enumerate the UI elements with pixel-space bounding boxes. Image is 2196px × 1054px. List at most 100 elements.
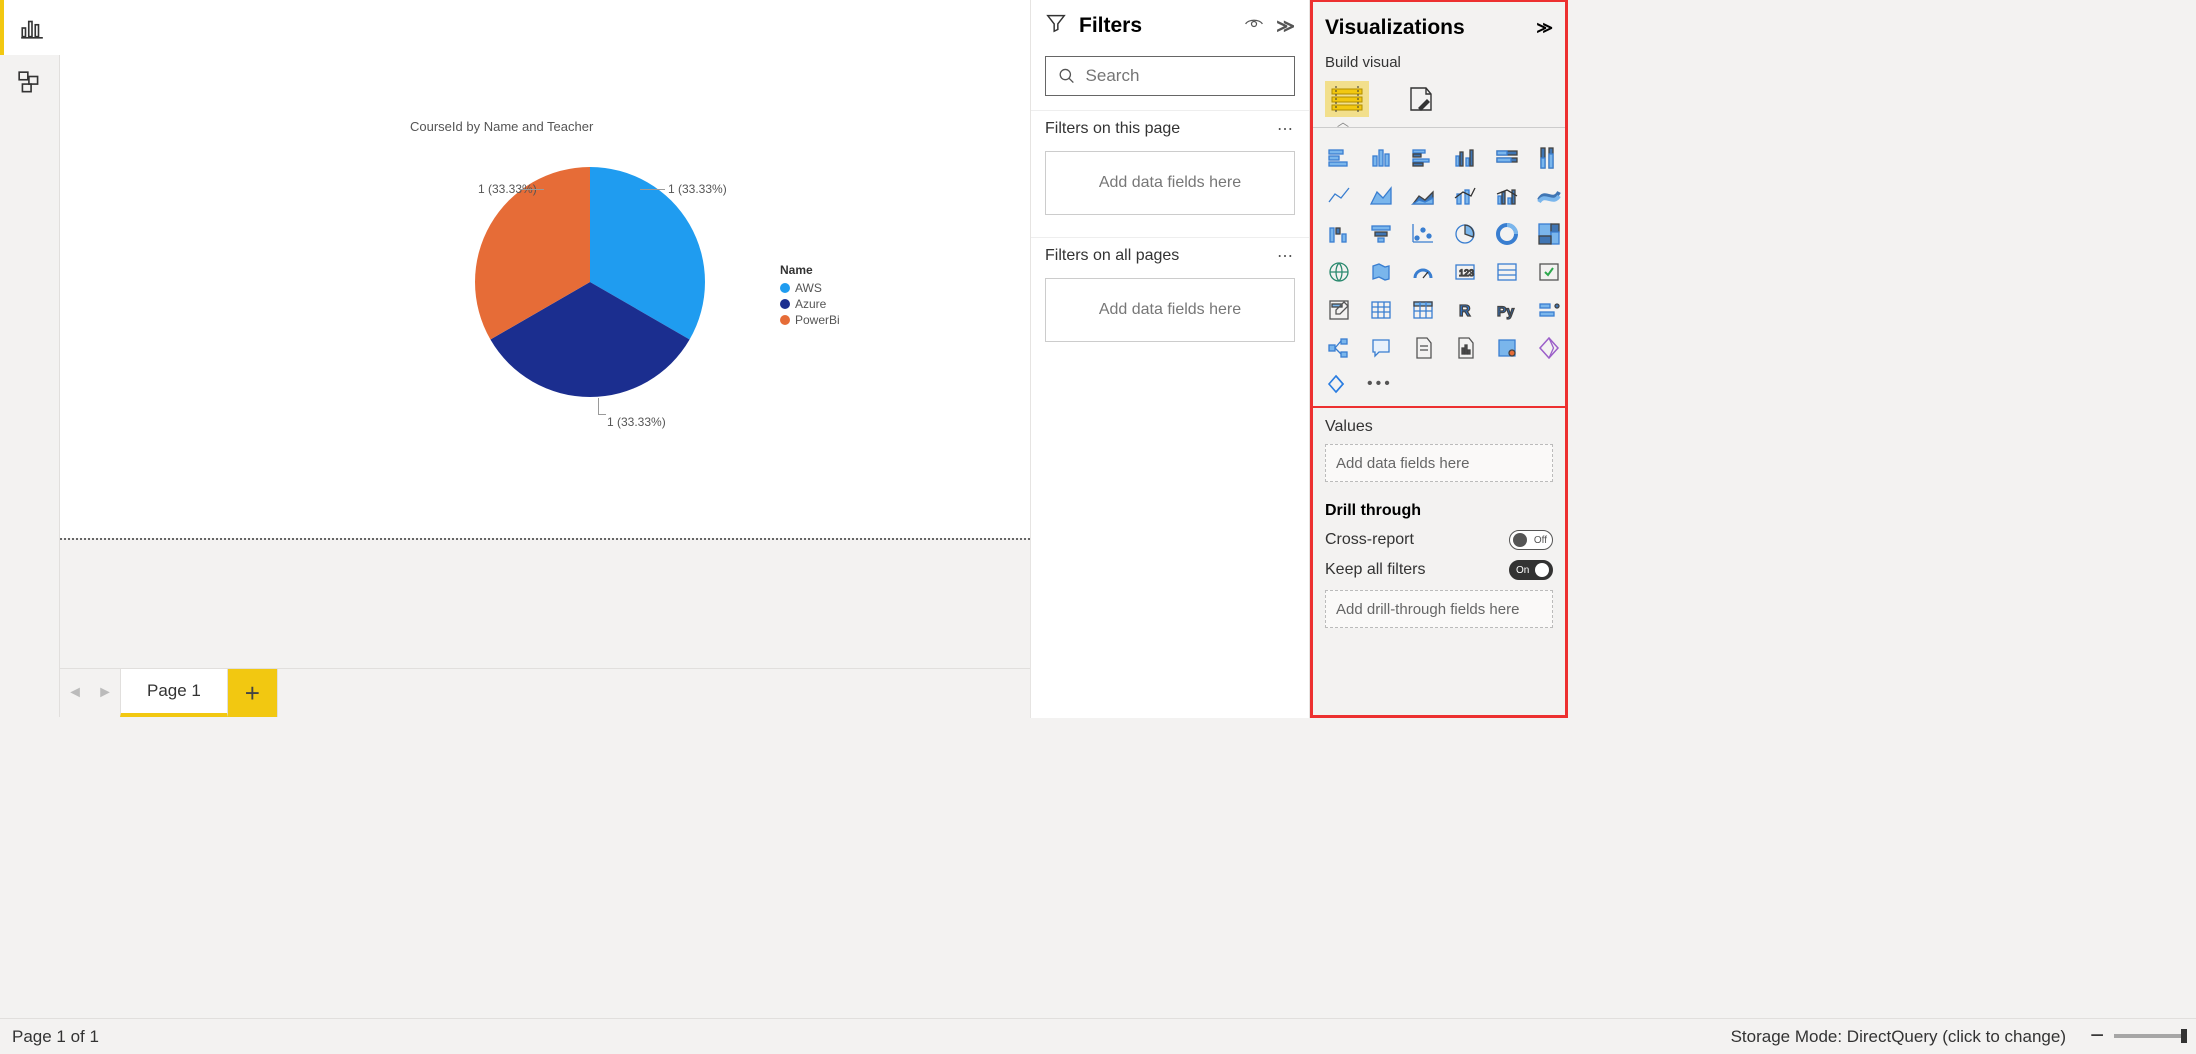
- filters-all-pages-dropzone[interactable]: Add data fields here: [1045, 278, 1295, 342]
- pie-leader-azure-h: [598, 414, 606, 415]
- pie-label-aws: 1 (33.33%): [668, 182, 727, 196]
- filters-on-all-pages-label: Filters on all pages: [1045, 247, 1179, 265]
- model-view-button[interactable]: [0, 55, 60, 110]
- status-bar: Page 1 of 1 Storage Mode: DirectQuery (c…: [0, 1018, 2196, 1054]
- viz-kpi-icon[interactable]: [1531, 256, 1567, 288]
- filters-this-page-dropzone[interactable]: Add data fields here: [1045, 151, 1295, 215]
- filters-this-page-more-icon[interactable]: ⋯: [1277, 119, 1295, 139]
- svg-text:R: R: [1459, 303, 1471, 320]
- filters-collapse-icon[interactable]: ≫: [1276, 16, 1295, 37]
- viz-stacked-column-icon[interactable]: [1363, 142, 1399, 174]
- viz-more-visuals-icon[interactable]: [1325, 372, 1351, 396]
- legend-item-azure[interactable]: Azure: [780, 297, 840, 311]
- viz-clustered-bar-icon[interactable]: [1405, 142, 1441, 174]
- viz-stacked-area-icon[interactable]: [1405, 180, 1441, 212]
- viz-key-influencers-icon[interactable]: [1531, 294, 1567, 326]
- filters-title: Filters: [1079, 14, 1232, 38]
- viz-line-icon[interactable]: [1321, 180, 1357, 212]
- filters-pane: Filters ≫ Filters on this page ⋯ Add dat…: [1030, 0, 1310, 718]
- tabs-next-button[interactable]: ►: [90, 669, 120, 717]
- viz-drill-heading: Drill through: [1325, 502, 1553, 520]
- svg-text:Py: Py: [1497, 303, 1514, 319]
- left-nav: [0, 0, 60, 717]
- filters-search[interactable]: [1045, 56, 1295, 96]
- canvas-boundary: [60, 538, 1030, 540]
- viz-funnel-icon[interactable]: [1363, 218, 1399, 250]
- pie-svg: [475, 167, 705, 397]
- viz-matrix-icon[interactable]: [1405, 294, 1441, 326]
- canvas-page[interactable]: CourseId by Name and Teacher 1 (33.33%) …: [60, 0, 1030, 538]
- legend-item-powerbi[interactable]: PowerBi: [780, 313, 840, 327]
- build-visual-tab[interactable]: [1325, 81, 1369, 117]
- viz-card-icon[interactable]: 123: [1447, 256, 1483, 288]
- viz-cross-report-label: Cross-report: [1325, 531, 1414, 549]
- viz-stacked-bar-icon[interactable]: [1321, 142, 1357, 174]
- viz-line-clustered-column-icon[interactable]: [1489, 180, 1525, 212]
- viz-pie-icon[interactable]: [1447, 218, 1483, 250]
- viz-powerapps-icon[interactable]: [1489, 332, 1525, 364]
- zoom-control: −: [2090, 1029, 2184, 1043]
- viz-clustered-column-icon[interactable]: [1447, 142, 1483, 174]
- tabs-prev-button[interactable]: ◄: [60, 669, 90, 717]
- viz-title: Visualizations: [1325, 16, 1526, 40]
- viz-collapse-icon[interactable]: ≫: [1536, 18, 1553, 38]
- pie-leader-aws: [640, 189, 665, 190]
- viz-decomposition-tree-icon[interactable]: [1321, 332, 1357, 364]
- viz-multirow-card-icon[interactable]: [1489, 256, 1525, 288]
- build-visual-icon: [1331, 86, 1363, 112]
- chart-legend: Name AWS Azure PowerBi: [780, 263, 840, 329]
- viz-100-stacked-bar-icon[interactable]: [1489, 142, 1525, 174]
- viz-drill-dropzone[interactable]: Add drill-through fields here: [1325, 590, 1553, 628]
- viz-line-stacked-column-icon[interactable]: [1447, 180, 1483, 212]
- viz-scatter-icon[interactable]: [1405, 218, 1441, 250]
- viz-ribbon-icon[interactable]: [1531, 180, 1567, 212]
- filter-icon: [1045, 12, 1067, 40]
- report-view-icon: [19, 15, 45, 41]
- svg-text:123: 123: [1459, 268, 1474, 278]
- viz-gauge-icon[interactable]: [1405, 256, 1441, 288]
- viz-paginated-icon[interactable]: [1447, 332, 1483, 364]
- format-visual-tab[interactable]: [1399, 81, 1443, 117]
- viz-map-icon[interactable]: [1321, 256, 1357, 288]
- viz-subtitle: Build visual: [1313, 54, 1565, 77]
- viz-powerautomate-icon[interactable]: [1531, 332, 1567, 364]
- page-indicator: Page 1 of 1: [12, 1027, 99, 1047]
- storage-mode[interactable]: Storage Mode: DirectQuery (click to chan…: [1731, 1027, 2066, 1047]
- search-icon: [1058, 66, 1076, 86]
- viz-treemap-icon[interactable]: [1531, 218, 1567, 250]
- filters-visibility-icon[interactable]: [1244, 14, 1264, 39]
- pie-leader-powerbi: [519, 189, 544, 190]
- filters-search-input[interactable]: [1086, 66, 1282, 86]
- filters-all-pages-more-icon[interactable]: ⋯: [1277, 246, 1295, 266]
- viz-table-icon[interactable]: [1363, 294, 1399, 326]
- pie-leader-azure-v: [598, 398, 599, 414]
- viz-100-stacked-column-icon[interactable]: [1531, 142, 1567, 174]
- keep-filters-toggle[interactable]: On: [1509, 560, 1553, 580]
- viz-donut-icon[interactable]: [1489, 218, 1525, 250]
- viz-slicer-icon[interactable]: [1321, 294, 1357, 326]
- visualizations-pane: Visualizations ≫ Build visual ︿: [1310, 0, 1568, 718]
- pie-label-azure: 1 (33.33%): [607, 415, 666, 429]
- viz-qa-icon[interactable]: [1363, 332, 1399, 364]
- page-tabs: ◄ ► Page 1 +: [60, 668, 1030, 717]
- add-page-button[interactable]: +: [228, 669, 278, 717]
- pie-chart[interactable]: [475, 167, 705, 397]
- tab-page-1[interactable]: Page 1: [120, 669, 228, 717]
- viz-waterfall-icon[interactable]: [1321, 218, 1357, 250]
- viz-gallery: 123 R Py: [1313, 132, 1565, 368]
- viz-keep-filters-label: Keep all filters: [1325, 561, 1426, 579]
- viz-values-dropzone[interactable]: Add data fields here: [1325, 444, 1553, 482]
- zoom-slider[interactable]: [2114, 1034, 2184, 1038]
- viz-more-icon[interactable]: •••: [1367, 375, 1393, 393]
- viz-mode-pointer-icon: ︿: [1337, 113, 1349, 130]
- zoom-out-button[interactable]: −: [2090, 1029, 2104, 1043]
- viz-area-icon[interactable]: [1363, 180, 1399, 212]
- legend-item-aws[interactable]: AWS: [780, 281, 840, 295]
- report-view-button[interactable]: [0, 0, 60, 55]
- cross-report-toggle[interactable]: Off: [1509, 530, 1553, 550]
- viz-r-icon[interactable]: R: [1447, 294, 1483, 326]
- viz-filled-map-icon[interactable]: [1363, 256, 1399, 288]
- viz-narrative-icon[interactable]: [1405, 332, 1441, 364]
- viz-py-icon[interactable]: Py: [1489, 294, 1525, 326]
- filters-on-this-page-label: Filters on this page: [1045, 120, 1180, 138]
